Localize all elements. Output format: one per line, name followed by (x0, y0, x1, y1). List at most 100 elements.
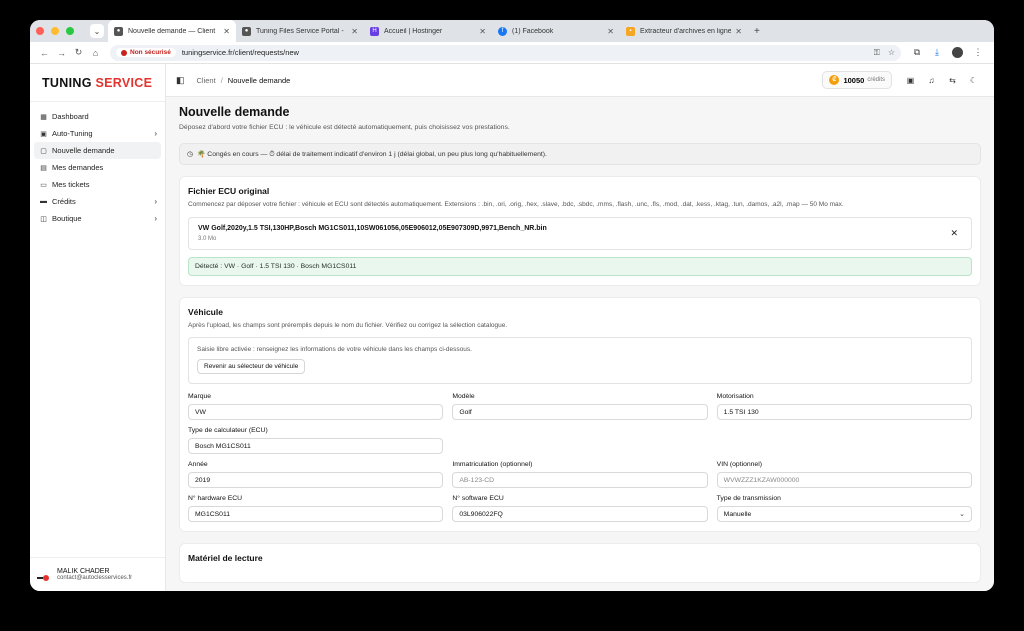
url-text[interactable]: tuningservice.fr/client/requests/new (182, 48, 866, 57)
sidebar-item-mes-demandes[interactable]: ▤ Mes demandes (34, 159, 161, 176)
zoom-window-button[interactable] (66, 27, 74, 35)
sidebar-item-label: Boutique (52, 214, 82, 223)
remove-file-icon[interactable]: ✕ (950, 228, 958, 239)
browser-window: ⌄ ● Nouvelle demande — Client ✕ ● Tuning… (30, 20, 994, 591)
back-icon[interactable]: ← (36, 48, 53, 58)
breadcrumb: Client / Nouvelle demande (197, 76, 291, 85)
field-label: N° software ECU (452, 495, 504, 502)
vehicle-form: Marque VW Modèle Golf Motorisation 1.5 T… (188, 393, 972, 522)
field-hardware: N° hardware ECU MG1CS011 (188, 495, 444, 522)
tab-search-icon[interactable]: ⌄ (90, 24, 104, 38)
page-content: Nouvelle demande Déposez d'abord votre f… (166, 97, 994, 583)
transmission-select[interactable]: Manuelle ⌄ (716, 506, 972, 522)
menu-icon[interactable]: ⋮ (968, 47, 988, 58)
extensions-icon[interactable]: ⧉ (907, 47, 927, 58)
forward-icon[interactable]: → (53, 48, 70, 58)
chevron-right-icon: › (154, 214, 157, 223)
ecu-type-input[interactable]: Bosch MG1CS011 (188, 438, 444, 454)
breadcrumb-root[interactable]: Client (197, 76, 216, 85)
insecure-label: Non sécurisé (130, 49, 171, 56)
close-tab-icon[interactable]: ✕ (607, 27, 614, 36)
tab-facebook[interactable]: f (1) Facebook ✕ (492, 20, 620, 42)
motorisation-input[interactable]: 1.5 TSI 130 (716, 404, 972, 420)
transmission-value: Manuelle (723, 510, 752, 518)
user-name: MALIK CHADER (57, 568, 110, 575)
insecure-badge[interactable]: Non sécurisé (116, 48, 176, 57)
document-icon: ▤ (40, 164, 47, 172)
field-annee: Année 2019 (188, 461, 444, 488)
bell-icon[interactable]: ♫ (921, 76, 942, 85)
credits-label: crédits (867, 77, 885, 83)
new-tab-icon[interactable]: + (748, 26, 766, 37)
software-input[interactable]: 03L906022FQ (452, 506, 708, 522)
field-label: Immatriculation (optionnel) (452, 461, 533, 468)
card-description: Commencez par déposer votre fichier : vé… (188, 201, 844, 208)
warning-icon (121, 49, 127, 56)
field-label: Marque (188, 393, 212, 400)
window-controls (30, 27, 90, 35)
tab-strip: ⌄ ● Nouvelle demande — Client ✕ ● Tuning… (30, 20, 994, 42)
sidebar-nav: ▦ Dashboard ▣ Auto-Tuning › ▢ Nouvelle deman… (30, 102, 165, 233)
close-tab-icon[interactable]: ✕ (351, 27, 358, 36)
annee-input[interactable]: 2019 (188, 472, 444, 488)
tab-title: Tuning Files Service Portal - (256, 27, 344, 35)
chevron-right-icon: › (154, 197, 157, 206)
sidebar-item-mes-tickets[interactable]: ▭ Mes tickets (34, 176, 161, 193)
tab-title: Nouvelle demande — Client (128, 27, 216, 35)
sidebar-item-dashboard[interactable]: ▦ Dashboard (34, 108, 161, 125)
tab-hostinger[interactable]: H Accueil | Hostinger ✕ (364, 20, 492, 42)
field-immatriculation: Immatriculation (optionnel) AB-123-CD (452, 461, 708, 488)
back-to-selector-button[interactable]: Revenir au sélecteur de véhicule (197, 359, 306, 374)
free-entry-notice: Saisie libre activée : renseignez les in… (188, 337, 972, 384)
grid-icon: ▦ (40, 113, 47, 121)
sidebar-item-boutique[interactable]: ◫ Boutique › (34, 210, 161, 227)
header-actions: ₡ 10050 crédits ▣ ♫ ⇆ ☾ (822, 71, 984, 89)
paw-icon: ● (114, 26, 123, 36)
logo-text-b: SERVICE (95, 75, 153, 90)
tab-nouvelle-demande[interactable]: ● Nouvelle demande — Client ✕ (108, 20, 236, 42)
sidebar-item-credits[interactable]: ▬ Crédits › (34, 193, 161, 210)
marque-input[interactable]: VW (188, 404, 444, 420)
sidebar-toggle-icon[interactable]: ◧ (176, 75, 185, 86)
holiday-banner: ◷ 🌴 Congés en cours — ⏱ délai de traitem… (179, 143, 981, 165)
calendar-icon[interactable]: ▣ (900, 76, 921, 85)
credits-badge[interactable]: ₡ 10050 crédits (822, 71, 892, 89)
moon-icon[interactable]: ☾ (963, 76, 984, 85)
tab-tuning-files[interactable]: ● Tuning Files Service Portal - ✕ (236, 20, 364, 42)
field-transmission: Type de transmission Manuelle ⌄ (716, 495, 972, 522)
user-card[interactable]: MALIK CHADER contact@autoclesservices.fr (30, 557, 165, 591)
chevron-down-icon: ⌄ (959, 511, 965, 518)
key-icon[interactable]: ⚿ (874, 48, 880, 58)
omnibox[interactable]: Non sécurisé tuningservice.fr/client/req… (110, 44, 901, 61)
close-window-button[interactable] (36, 27, 44, 35)
vin-input[interactable]: WVWZZZ1KZAW000000 (716, 472, 972, 488)
star-icon[interactable]: ☆ (888, 48, 895, 57)
vehicle-card: Véhicule Après l'upload, les champs sont… (179, 297, 981, 532)
bag-icon: ◫ (40, 215, 47, 223)
home-icon[interactable]: ⌂ (87, 48, 104, 58)
download-icon[interactable]: ⤓ (927, 47, 947, 58)
facebook-icon: f (498, 26, 507, 36)
logo[interactable]: TUNING SERVICE (30, 64, 165, 102)
breadcrumb-separator: / (220, 75, 223, 85)
profile-icon[interactable] (952, 47, 963, 58)
close-tab-icon[interactable]: ✕ (735, 27, 742, 36)
sidebar-item-auto-tuning[interactable]: ▣ Auto-Tuning › (34, 125, 161, 142)
app: TUNING SERVICE ▦ Dashboard ▣ Auto-Tuning › … (30, 64, 994, 591)
field-label: Année (188, 461, 208, 468)
tab-archive[interactable]: ▪ Extracteur d'archives en ligne ✕ (620, 20, 748, 42)
close-tab-icon[interactable]: ✕ (479, 27, 486, 36)
translate-icon[interactable]: ⇆ (942, 76, 963, 85)
modele-input[interactable]: Golf (452, 404, 708, 420)
immatriculation-input[interactable]: AB-123-CD (452, 472, 708, 488)
field-marque: Marque VW (188, 393, 444, 420)
logo-text-a: TUNING (42, 75, 92, 90)
close-tab-icon[interactable]: ✕ (223, 27, 230, 36)
field-motorisation: Motorisation 1.5 TSI 130 (716, 393, 972, 420)
free-entry-text: Saisie libre activée : renseignez les in… (197, 346, 472, 353)
field-label: N° hardware ECU (188, 495, 243, 502)
minimize-window-button[interactable] (51, 27, 59, 35)
sidebar-item-nouvelle-demande[interactable]: ▢ Nouvelle demande (34, 142, 161, 159)
hardware-input[interactable]: MG1CS011 (188, 506, 444, 522)
reload-icon[interactable]: ↻ (70, 47, 87, 58)
